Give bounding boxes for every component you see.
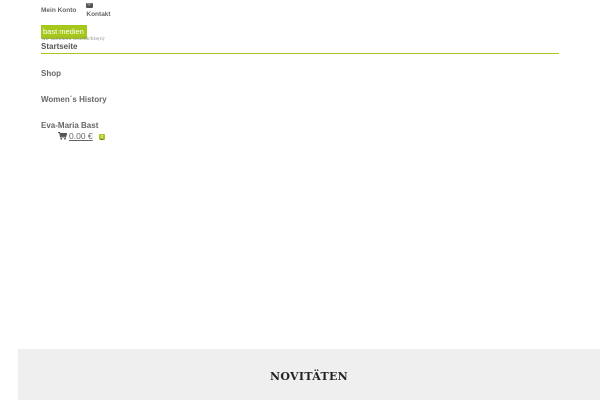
shopping-cart-icon — [58, 132, 67, 140]
nav-item-startseite[interactable]: Startseite — [41, 42, 559, 54]
contact-label: Kontakt — [86, 11, 111, 18]
nav-item-shop[interactable]: Shop — [41, 69, 61, 78]
page: Mein Konto Kontakt bast medien wir samme… — [0, 0, 600, 400]
account-bar: Mein Konto Kontakt — [41, 0, 111, 20]
cart-count-badge: 0 — [98, 134, 106, 140]
novitaeten-section: NOVITÄTEN — [18, 349, 600, 400]
my-account-link[interactable]: Mein Konto — [41, 7, 76, 14]
section-heading: NOVITÄTEN — [270, 370, 348, 383]
cart-total: 0.00 € — [69, 131, 93, 141]
site-logo[interactable]: bast medien wir sammeln Geschichte(n) — [41, 21, 105, 42]
nav-item-womens-history[interactable]: Women´s History — [41, 95, 107, 104]
envelope-icon — [86, 3, 94, 8]
cart-link[interactable]: 0.00 € 0 — [58, 131, 106, 141]
contact-link[interactable]: Kontakt — [86, 0, 111, 18]
main-navigation: Startseite Shop Women´s History Eva-Mari… — [41, 42, 559, 130]
nav-item-eva-maria-bast[interactable]: Eva-Maria Bast — [41, 121, 98, 130]
